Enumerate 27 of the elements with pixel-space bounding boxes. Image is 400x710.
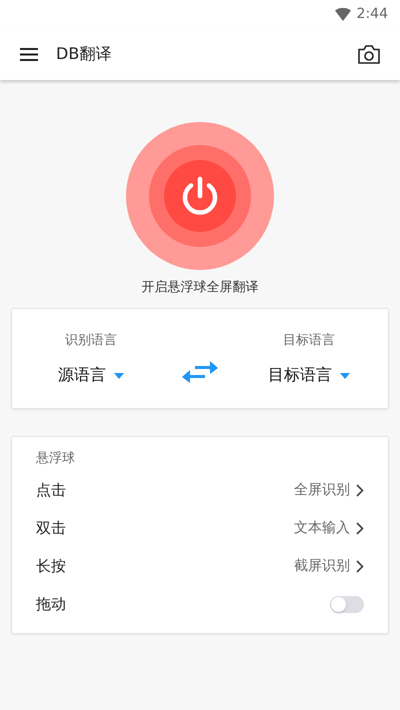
setting-label: 拖动	[36, 594, 66, 614]
menu-button[interactable]	[20, 48, 38, 60]
chevron-right-icon	[356, 484, 364, 496]
camera-icon	[358, 44, 380, 64]
setting-value-link[interactable]: 全屏识别	[294, 481, 364, 499]
toggle-switch[interactable]	[330, 596, 364, 612]
target-language-picker[interactable]: 目标语言	[268, 365, 350, 386]
caret-icon	[340, 372, 350, 378]
chevron-right-icon	[356, 560, 364, 572]
source-language-picker[interactable]: 源语言	[58, 365, 124, 386]
power-caption: 开启悬浮球全屏翻译	[142, 279, 258, 296]
status-time: 2:44	[356, 6, 388, 22]
setting-label: 长按	[36, 556, 66, 576]
app-title: DB翻译	[56, 44, 112, 64]
source-language-label: 识别语言	[65, 332, 117, 349]
chevron-right-icon	[356, 522, 364, 534]
setting-value-link[interactable]: 文本输入	[294, 519, 364, 537]
camera-button[interactable]	[358, 44, 380, 64]
setting-value-link[interactable]: 截屏识别	[294, 557, 364, 575]
target-language-label: 目标语言	[283, 332, 335, 349]
section-title: 悬浮球	[36, 450, 76, 467]
setting-label: 点击	[36, 480, 66, 500]
setting-label: 双击	[36, 518, 66, 538]
power-icon	[181, 176, 219, 216]
wifi-icon	[334, 8, 351, 20]
caret-icon	[114, 372, 124, 378]
menu-icon	[20, 48, 38, 60]
